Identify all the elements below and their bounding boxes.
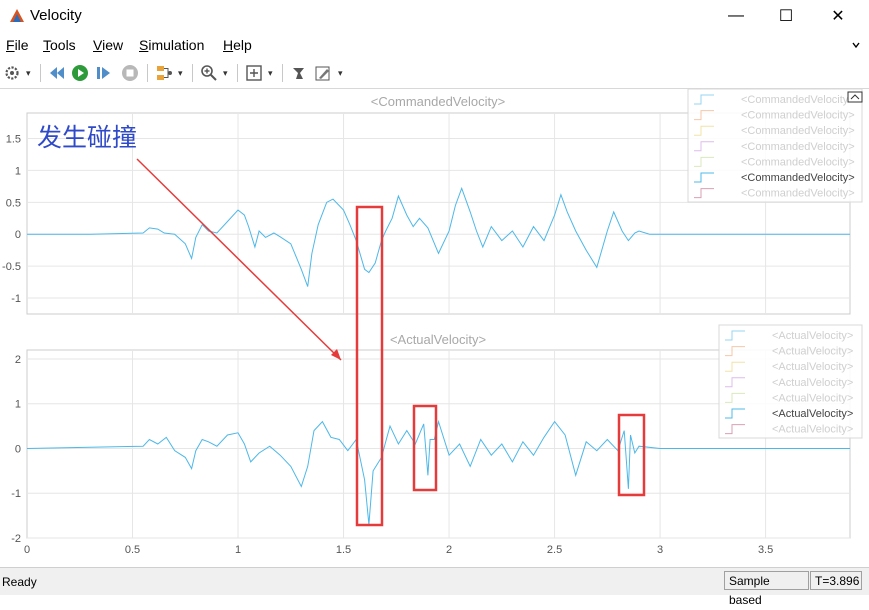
menu-bar: File Tools View Simulation Help [0, 34, 869, 56]
y-tick-label: 2 [15, 354, 21, 366]
legend-entry[interactable]: <CommandedVelocity> [741, 188, 855, 200]
x-tick-label: 2 [446, 544, 452, 556]
legend-entry[interactable]: <CommandedVelocity> [741, 94, 855, 106]
toolbar-separator [40, 64, 41, 82]
toolbar: ▾ ▾ ▾ ▾ ▾ [0, 58, 869, 89]
gear-icon[interactable] [2, 63, 22, 83]
y-tick-label: -1 [11, 488, 21, 500]
menu-simulation[interactable]: Simulation [139, 37, 204, 53]
legend-entry[interactable]: <CommandedVelocity> [741, 125, 855, 137]
style-icon[interactable] [289, 63, 309, 83]
legend-entry[interactable]: <CommandedVelocity> [741, 141, 855, 153]
chevron-down-icon[interactable]: ▾ [338, 68, 343, 79]
menu-tools[interactable]: Tools [43, 37, 76, 53]
x-tick-label: 0.5 [125, 544, 140, 556]
legend[interactable]: <ActualVelocity> <ActualVelocity> <ActualV… [718, 324, 863, 439]
menu-help-label: elp [233, 37, 252, 53]
y-tick-label: -2 [11, 533, 21, 545]
close-icon: ✕ [831, 8, 845, 25]
y-tick-label: -0.5 [2, 261, 21, 273]
menu-simulation-mnemonic: S [139, 37, 149, 53]
y-tick-label: 0 [15, 443, 21, 455]
toolbar-separator [237, 64, 238, 82]
chevron-down-icon[interactable]: ▾ [223, 68, 228, 79]
y-tick-label: -1 [11, 293, 21, 305]
legend-entry[interactable]: <ActualVelocity> [772, 346, 853, 358]
sample-mode-indicator: Sample based [724, 571, 809, 607]
toolbar-separator [282, 64, 283, 82]
legend-entry[interactable]: <ActualVelocity> [772, 392, 853, 404]
signal-select-icon[interactable] [154, 63, 174, 83]
edit-icon[interactable] [313, 63, 333, 83]
menu-tools-label: ools [50, 37, 76, 53]
y-tick-labels: -2 -1 0 1 2 [11, 354, 21, 545]
close-button[interactable]: ✕ [815, 0, 861, 32]
stop-icon[interactable] [120, 63, 140, 83]
menu-help-mnemonic: H [223, 37, 234, 53]
title-bar: Velocity — ☐ ✕ [0, 0, 869, 32]
legend-entry[interactable]: <ActualVelocity> [772, 408, 853, 420]
matlab-icon [10, 9, 24, 22]
y-tick-label: 1 [15, 165, 21, 177]
maximize-button[interactable]: ☐ [763, 0, 809, 32]
y-tick-label: 1.5 [6, 134, 21, 146]
menu-file-mnemonic: F [6, 37, 15, 53]
x-tick-label: 2.5 [547, 544, 562, 556]
menu-view[interactable]: View [93, 37, 123, 53]
step-forward-icon[interactable] [94, 63, 114, 83]
scope-plots[interactable]: -1 -0.5 0 0.5 1 1.5 <CommandedVelocity> -2 -1 0… [0, 88, 869, 567]
x-tick-label: 3.5 [758, 544, 773, 556]
fit-to-view-icon[interactable] [244, 63, 264, 83]
window-title: Velocity [30, 7, 82, 24]
status-text: Ready [2, 575, 37, 589]
legend[interactable]: <CommandedVelocity> <CommandedVelocity> <C… [687, 88, 863, 203]
legend-entry[interactable]: <ActualVelocity> [772, 377, 853, 389]
legend-toggle-icon[interactable] [847, 91, 863, 103]
y-tick-label: 1 [15, 399, 21, 411]
chevron-down-icon[interactable]: ▾ [178, 68, 183, 79]
legend-entry[interactable]: <CommandedVelocity> [741, 110, 855, 122]
x-tick-label: 3 [657, 544, 663, 556]
menu-help[interactable]: Help [223, 37, 252, 53]
menu-file-label: ile [14, 37, 29, 53]
x-tick-label: 1.5 [336, 544, 351, 556]
minimize-button[interactable]: — [713, 0, 759, 32]
legend-entry[interactable]: <CommandedVelocity> [741, 156, 855, 168]
axes-title: <ActualVelocity> [390, 332, 486, 347]
axes-title: <CommandedVelocity> [371, 94, 505, 109]
zoom-in-icon[interactable] [199, 63, 219, 83]
menu-view-label: iew [102, 37, 124, 53]
menu-tools-mnemonic: T [43, 37, 50, 53]
menu-file[interactable]: File [6, 37, 29, 53]
minimize-icon: — [728, 7, 744, 24]
x-tick-label: 0 [24, 544, 30, 556]
y-tick-label: 0 [15, 229, 21, 241]
chevron-down-icon[interactable]: ▾ [26, 68, 31, 79]
chevron-down-icon[interactable]: ▾ [268, 68, 273, 79]
simulation-time: T=3.896 [810, 571, 862, 590]
maximize-icon: ☐ [778, 8, 794, 25]
scope-display[interactable]: -1 -0.5 0 0.5 1 1.5 <CommandedVelocity> -2 -1 0… [0, 88, 869, 567]
toolbar-separator [192, 64, 193, 82]
x-tick-label: 1 [235, 544, 241, 556]
step-back-icon[interactable] [47, 63, 67, 83]
run-icon[interactable] [70, 63, 90, 83]
y-tick-label: 0.5 [6, 197, 21, 209]
toolbar-separator [147, 64, 148, 82]
collision-annotation-label: 发生碰撞 [37, 123, 138, 152]
legend-entry[interactable]: <ActualVelocity> [772, 424, 853, 436]
status-bar: Ready Sample based T=3.896 [0, 567, 869, 607]
menu-overflow-icon[interactable] [852, 41, 860, 49]
legend-entry[interactable]: <ActualVelocity> [772, 361, 853, 373]
menu-view-mnemonic: V [93, 37, 103, 53]
y-tick-labels: -1 -0.5 0 0.5 1 1.5 [2, 134, 21, 306]
legend-entry[interactable]: <CommandedVelocity> [741, 172, 855, 184]
menu-simulation-label: imulation [148, 37, 205, 53]
x-tick-labels: 0 0.5 1 1.5 2 2.5 3 3.5 [24, 544, 773, 556]
legend-entry[interactable]: <ActualVelocity> [772, 330, 853, 342]
